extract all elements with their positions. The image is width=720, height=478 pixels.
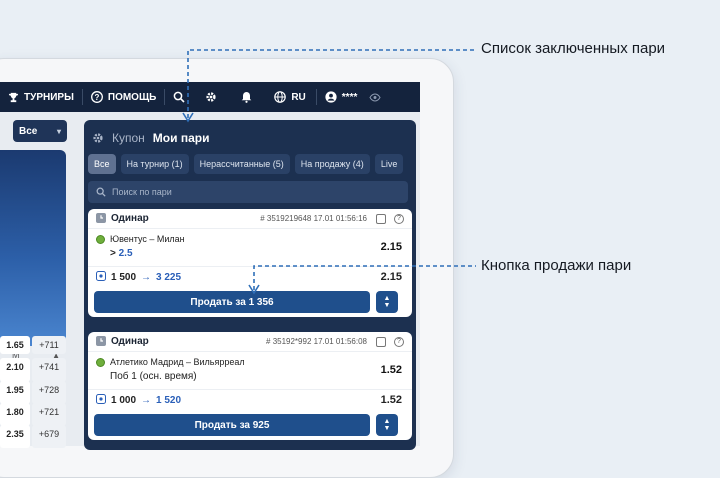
callout-line-sell-button	[248, 265, 476, 295]
callout-line-bets-list	[182, 49, 476, 123]
callout-bets-list: Список заключенных пари	[481, 40, 666, 57]
callout-lines	[182, 49, 476, 295]
callout-sell-button: Кнопка продажи пари	[481, 257, 632, 274]
